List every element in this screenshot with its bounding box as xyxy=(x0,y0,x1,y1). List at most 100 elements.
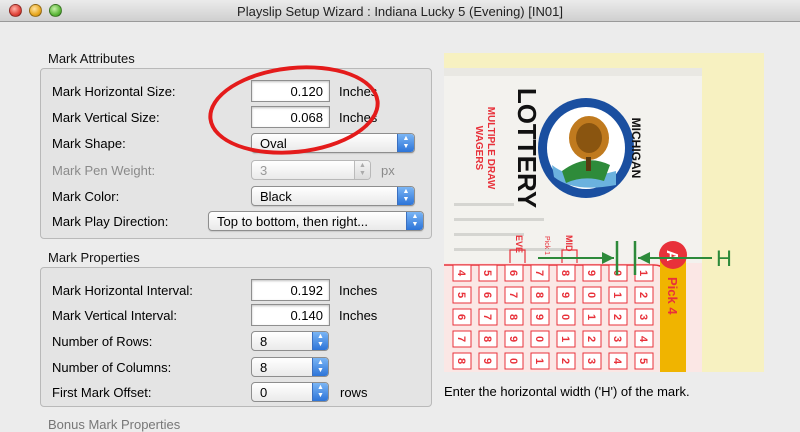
grid-digit: 6 xyxy=(507,270,519,276)
mark-play-direction-value: Top to bottom, then right... xyxy=(217,214,369,229)
mark-vertical-size-unit: Inches xyxy=(339,110,378,125)
playslip-image: MICHIGAN LOTTERY MULTIPLE DRAW WAGERS EV… xyxy=(444,68,732,372)
pick4-band xyxy=(660,258,686,372)
updown-arrows-icon: ▲ ▼ xyxy=(406,212,423,230)
stepper-arrows-icon[interactable]: ▲ ▼ xyxy=(312,383,328,401)
first-mark-offset-value: 0 xyxy=(260,385,268,400)
michigan-lottery-logo xyxy=(538,98,634,198)
grid-digit: 2 xyxy=(637,292,649,298)
grid-digit: 8 xyxy=(559,270,571,276)
grid-digit: 2 xyxy=(585,336,597,342)
grid-digit: 3 xyxy=(585,358,597,364)
grid-digit: 5 xyxy=(455,292,467,298)
pick1-label: Pick 1 xyxy=(543,236,550,255)
grid-digit: 7 xyxy=(533,270,545,276)
grid-digit: 8 xyxy=(455,358,467,364)
grid-digit: 8 xyxy=(481,336,493,342)
mark-play-direction-popup[interactable]: Top to bottom, then right... ▲ ▼ xyxy=(208,211,424,231)
updown-arrows-icon: ▲ ▼ xyxy=(397,187,414,205)
pick4-letter: A xyxy=(663,250,680,262)
first-mark-offset-label: First Mark Offset: xyxy=(52,385,152,400)
bonus-mark-properties-title: Bonus Mark Properties xyxy=(48,417,181,432)
grid-digit: 2 xyxy=(611,314,623,320)
number-of-columns-stepper[interactable]: 8 ▲ ▼ xyxy=(251,357,329,377)
grid-digit: 1 xyxy=(611,292,623,298)
grid-digit: 0 xyxy=(585,292,597,298)
stepper-arrows-icon[interactable]: ▲ ▼ xyxy=(312,358,328,376)
stepper-arrows-icon[interactable]: ▲ ▼ xyxy=(312,332,328,350)
brand-top-text: MICHIGAN xyxy=(629,118,643,179)
grid-digit: 4 xyxy=(455,270,467,277)
mark-vertical-size-label: Mark Vertical Size: xyxy=(52,110,160,125)
brand-sub2-text: WAGERS xyxy=(473,126,484,171)
grid-digit: 7 xyxy=(481,314,493,320)
mark-pen-weight-stepper[interactable]: 3 ▲ ▼ xyxy=(251,160,371,180)
logo-tree-trunk xyxy=(586,157,591,171)
mark-vertical-size-input[interactable]: 0.068 xyxy=(251,106,330,128)
grid-digit: 7 xyxy=(455,336,467,342)
grid-digit: 7 xyxy=(507,292,519,298)
mark-horizontal-interval-label: Mark Horizontal Interval: xyxy=(52,283,193,298)
grid-digit: 5 xyxy=(481,270,493,276)
mark-pen-weight-unit: px xyxy=(381,163,395,178)
mark-color-popup[interactable]: Black ▲ ▼ xyxy=(251,186,415,206)
grid-digit: 9 xyxy=(533,314,545,320)
number-of-rows-label: Number of Rows: xyxy=(52,334,153,349)
grid-digit: 9 xyxy=(481,358,493,364)
grid-digit: 6 xyxy=(481,292,493,298)
grid-digit: 5 xyxy=(637,358,649,364)
slip-paper-edge xyxy=(444,68,702,76)
grid-digit: 4 xyxy=(611,358,623,365)
mark-horizontal-size-input[interactable]: 0.120 xyxy=(251,80,330,102)
pick4-label: Pick 4 xyxy=(665,277,680,315)
mark-vertical-interval-unit: Inches xyxy=(339,308,378,323)
grid-digit: 9 xyxy=(585,270,597,276)
grid-digit: 1 xyxy=(533,358,545,364)
mark-play-direction-label: Mark Play Direction: xyxy=(52,214,169,229)
mark-shape-label: Mark Shape: xyxy=(52,136,126,151)
title-bar: Playslip Setup Wizard : Indiana Lucky 5 … xyxy=(0,0,800,22)
grid-digit: 0 xyxy=(507,358,519,364)
mark-horizontal-interval-unit: Inches xyxy=(339,283,378,298)
number-of-columns-label: Number of Columns: xyxy=(52,360,172,375)
window-title: Playslip Setup Wizard : Indiana Lucky 5 … xyxy=(237,4,563,19)
mark-pen-weight-value: 3 xyxy=(260,163,268,178)
grid-digit: 3 xyxy=(611,336,623,342)
mark-vertical-interval-input[interactable]: 0.140 xyxy=(251,304,330,326)
hint-text: Enter the horizontal width ('H') of the … xyxy=(444,384,690,399)
number-of-rows-stepper[interactable]: 8 ▲ ▼ xyxy=(251,331,329,351)
mark-shape-value: Oval xyxy=(260,136,287,151)
grid-digit: 0 xyxy=(559,314,571,320)
first-mark-offset-unit: rows xyxy=(340,385,368,400)
mark-color-label: Mark Color: xyxy=(52,189,120,204)
mark-shape-popup[interactable]: Oval ▲ ▼ xyxy=(251,133,415,153)
grid-digit: 1 xyxy=(585,314,597,320)
first-mark-offset-stepper[interactable]: 0 ▲ ▼ xyxy=(251,382,329,402)
mark-color-value: Black xyxy=(260,189,292,204)
grid-digit: 1 xyxy=(637,270,649,276)
grid-digit: 8 xyxy=(533,292,545,298)
mark-attributes-title: Mark Attributes xyxy=(48,51,135,66)
mark-horizontal-interval-input[interactable]: 0.192 xyxy=(251,279,330,301)
grid-digit: 9 xyxy=(559,292,571,298)
number-of-columns-value: 8 xyxy=(260,360,268,375)
grid-digit: 0 xyxy=(533,336,545,342)
mark-pen-weight-label: Mark Pen Weight: xyxy=(52,163,156,178)
grid-digit: 2 xyxy=(559,358,571,364)
stepper-arrows-icon: ▲ ▼ xyxy=(354,161,370,179)
mark-vertical-interval-label: Mark Vertical Interval: xyxy=(52,308,177,323)
mark-properties-title: Mark Properties xyxy=(48,250,140,265)
brand-sub1-text: MULTIPLE DRAW xyxy=(485,107,496,190)
grid-digit: 6 xyxy=(455,314,467,320)
grid-digit: 9 xyxy=(507,336,519,342)
h-dimension-label: H xyxy=(716,246,732,271)
mark-horizontal-size-unit: Inches xyxy=(339,84,378,99)
brand-main-text: LOTTERY xyxy=(512,88,542,208)
updown-arrows-icon: ▲ ▼ xyxy=(397,134,414,152)
grid-digit: 1 xyxy=(559,336,571,342)
grid-digit: 8 xyxy=(507,314,519,320)
playslip-preview: MICHIGAN LOTTERY MULTIPLE DRAW WAGERS EV… xyxy=(444,53,764,372)
mark-horizontal-size-label: Mark Horizontal Size: xyxy=(52,84,176,99)
grid-digit: 3 xyxy=(637,314,649,320)
number-of-rows-value: 8 xyxy=(260,334,268,349)
